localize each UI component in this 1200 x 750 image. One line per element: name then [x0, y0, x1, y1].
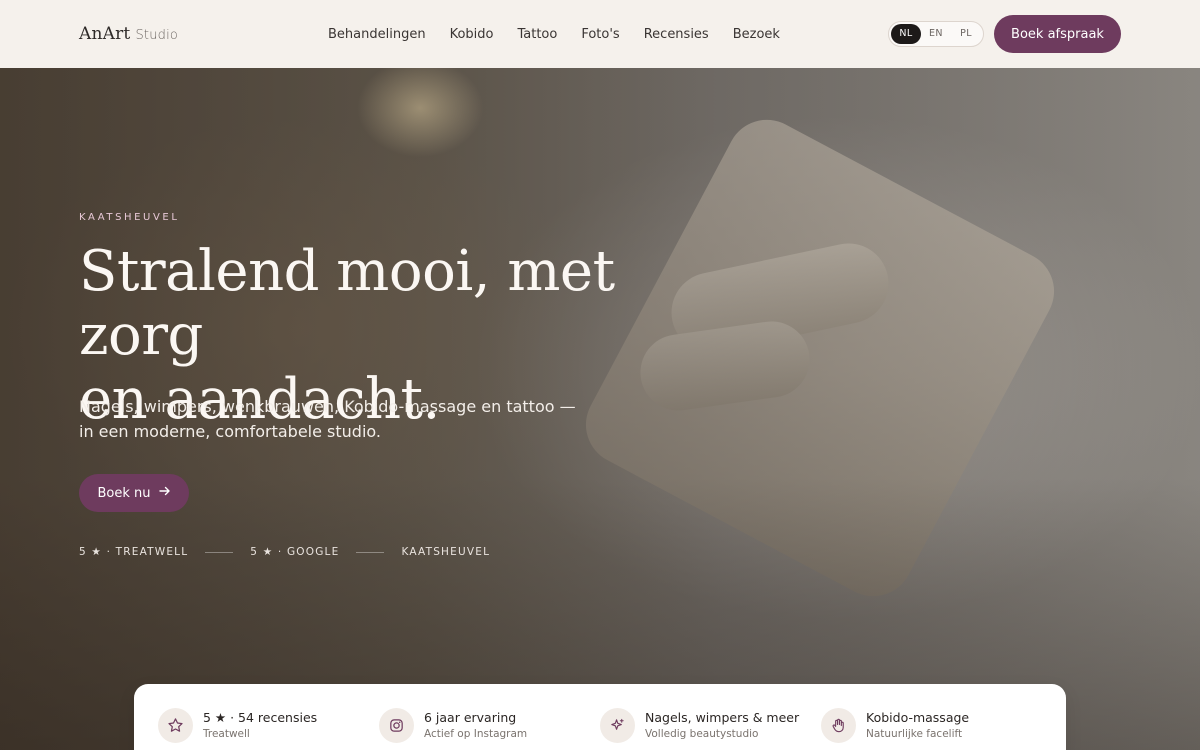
- divider: [205, 551, 234, 553]
- book-now-button[interactable]: Boek nu: [79, 474, 189, 512]
- site-header: AnArt Studio Behandelingen Kobido Tattoo …: [0, 0, 1200, 68]
- language-en[interactable]: EN: [921, 24, 951, 44]
- book-now-label: Boek nu: [97, 485, 151, 501]
- nav-bezoek[interactable]: Bezoek: [733, 27, 780, 42]
- nav-tattoo[interactable]: Tattoo: [517, 27, 557, 42]
- language-nl[interactable]: NL: [891, 24, 921, 44]
- language-switcher: NL EN PL: [888, 21, 984, 47]
- logo-suffix: Studio: [135, 28, 179, 43]
- main-nav: Behandelingen Kobido Tattoo Foto's Recen…: [328, 0, 780, 68]
- feature-subtitle: Actief op Instagram: [424, 728, 528, 740]
- hand-icon: [821, 708, 856, 743]
- hero-title-line1: Stralend mooi, met zorg: [79, 239, 615, 368]
- nav-behandelingen[interactable]: Behandelingen: [328, 27, 426, 42]
- hero-section: KAATSHEUVEL Stralend mooi, met zorg en a…: [0, 68, 1200, 750]
- nav-recensies[interactable]: Recensies: [644, 27, 709, 42]
- arrow-right-icon: [158, 485, 171, 501]
- hero-eyebrow: KAATSHEUVEL: [79, 212, 180, 223]
- nav-kobido[interactable]: Kobido: [450, 27, 494, 42]
- hero-subtitle: Nagels, wimpers, wenkbrauwen, Kobido-mas…: [79, 397, 576, 441]
- feature-item: Kobido-massage Natuurlijke facelift: [821, 708, 1042, 750]
- logo[interactable]: AnArt Studio: [79, 24, 178, 44]
- feature-title: 6 jaar ervaring: [424, 710, 517, 725]
- proof-google: 5 ★ · GOOGLE: [250, 546, 340, 558]
- feature-title: Kobido-massage: [866, 710, 970, 725]
- language-pl[interactable]: PL: [951, 24, 981, 44]
- feature-title: Nagels, wimpers & meer: [645, 710, 800, 725]
- social-proof: 5 ★ · TREATWELL 5 ★ · GOOGLE KAATSHEUVEL: [79, 546, 490, 558]
- feature-subtitle: Volledig beautystudio: [645, 728, 759, 740]
- features-card: 5 ★ · 54 recensies Treatwell 6 jaar erva…: [134, 684, 1066, 750]
- sparkle-icon: [600, 708, 635, 743]
- instagram-icon: [379, 708, 414, 743]
- feature-item: 6 jaar ervaring Actief op Instagram: [379, 708, 600, 750]
- feature-title: 5 ★ · 54 recensies: [203, 710, 318, 725]
- feature-subtitle: Natuurlijke facelift: [866, 728, 963, 740]
- feature-item: 5 ★ · 54 recensies Treatwell: [158, 708, 379, 750]
- logo-wordmark: AnArt: [79, 24, 131, 44]
- divider: [356, 551, 385, 553]
- proof-treatwell: 5 ★ · TREATWELL: [79, 546, 189, 558]
- feature-item: Nagels, wimpers & meer Volledig beautyst…: [600, 708, 821, 750]
- feature-subtitle: Treatwell: [203, 728, 250, 740]
- proof-location: KAATSHEUVEL: [401, 546, 491, 558]
- star-icon: [158, 708, 193, 743]
- book-appointment-button[interactable]: Boek afspraak: [994, 15, 1121, 53]
- nav-fotos[interactable]: Foto's: [581, 27, 619, 42]
